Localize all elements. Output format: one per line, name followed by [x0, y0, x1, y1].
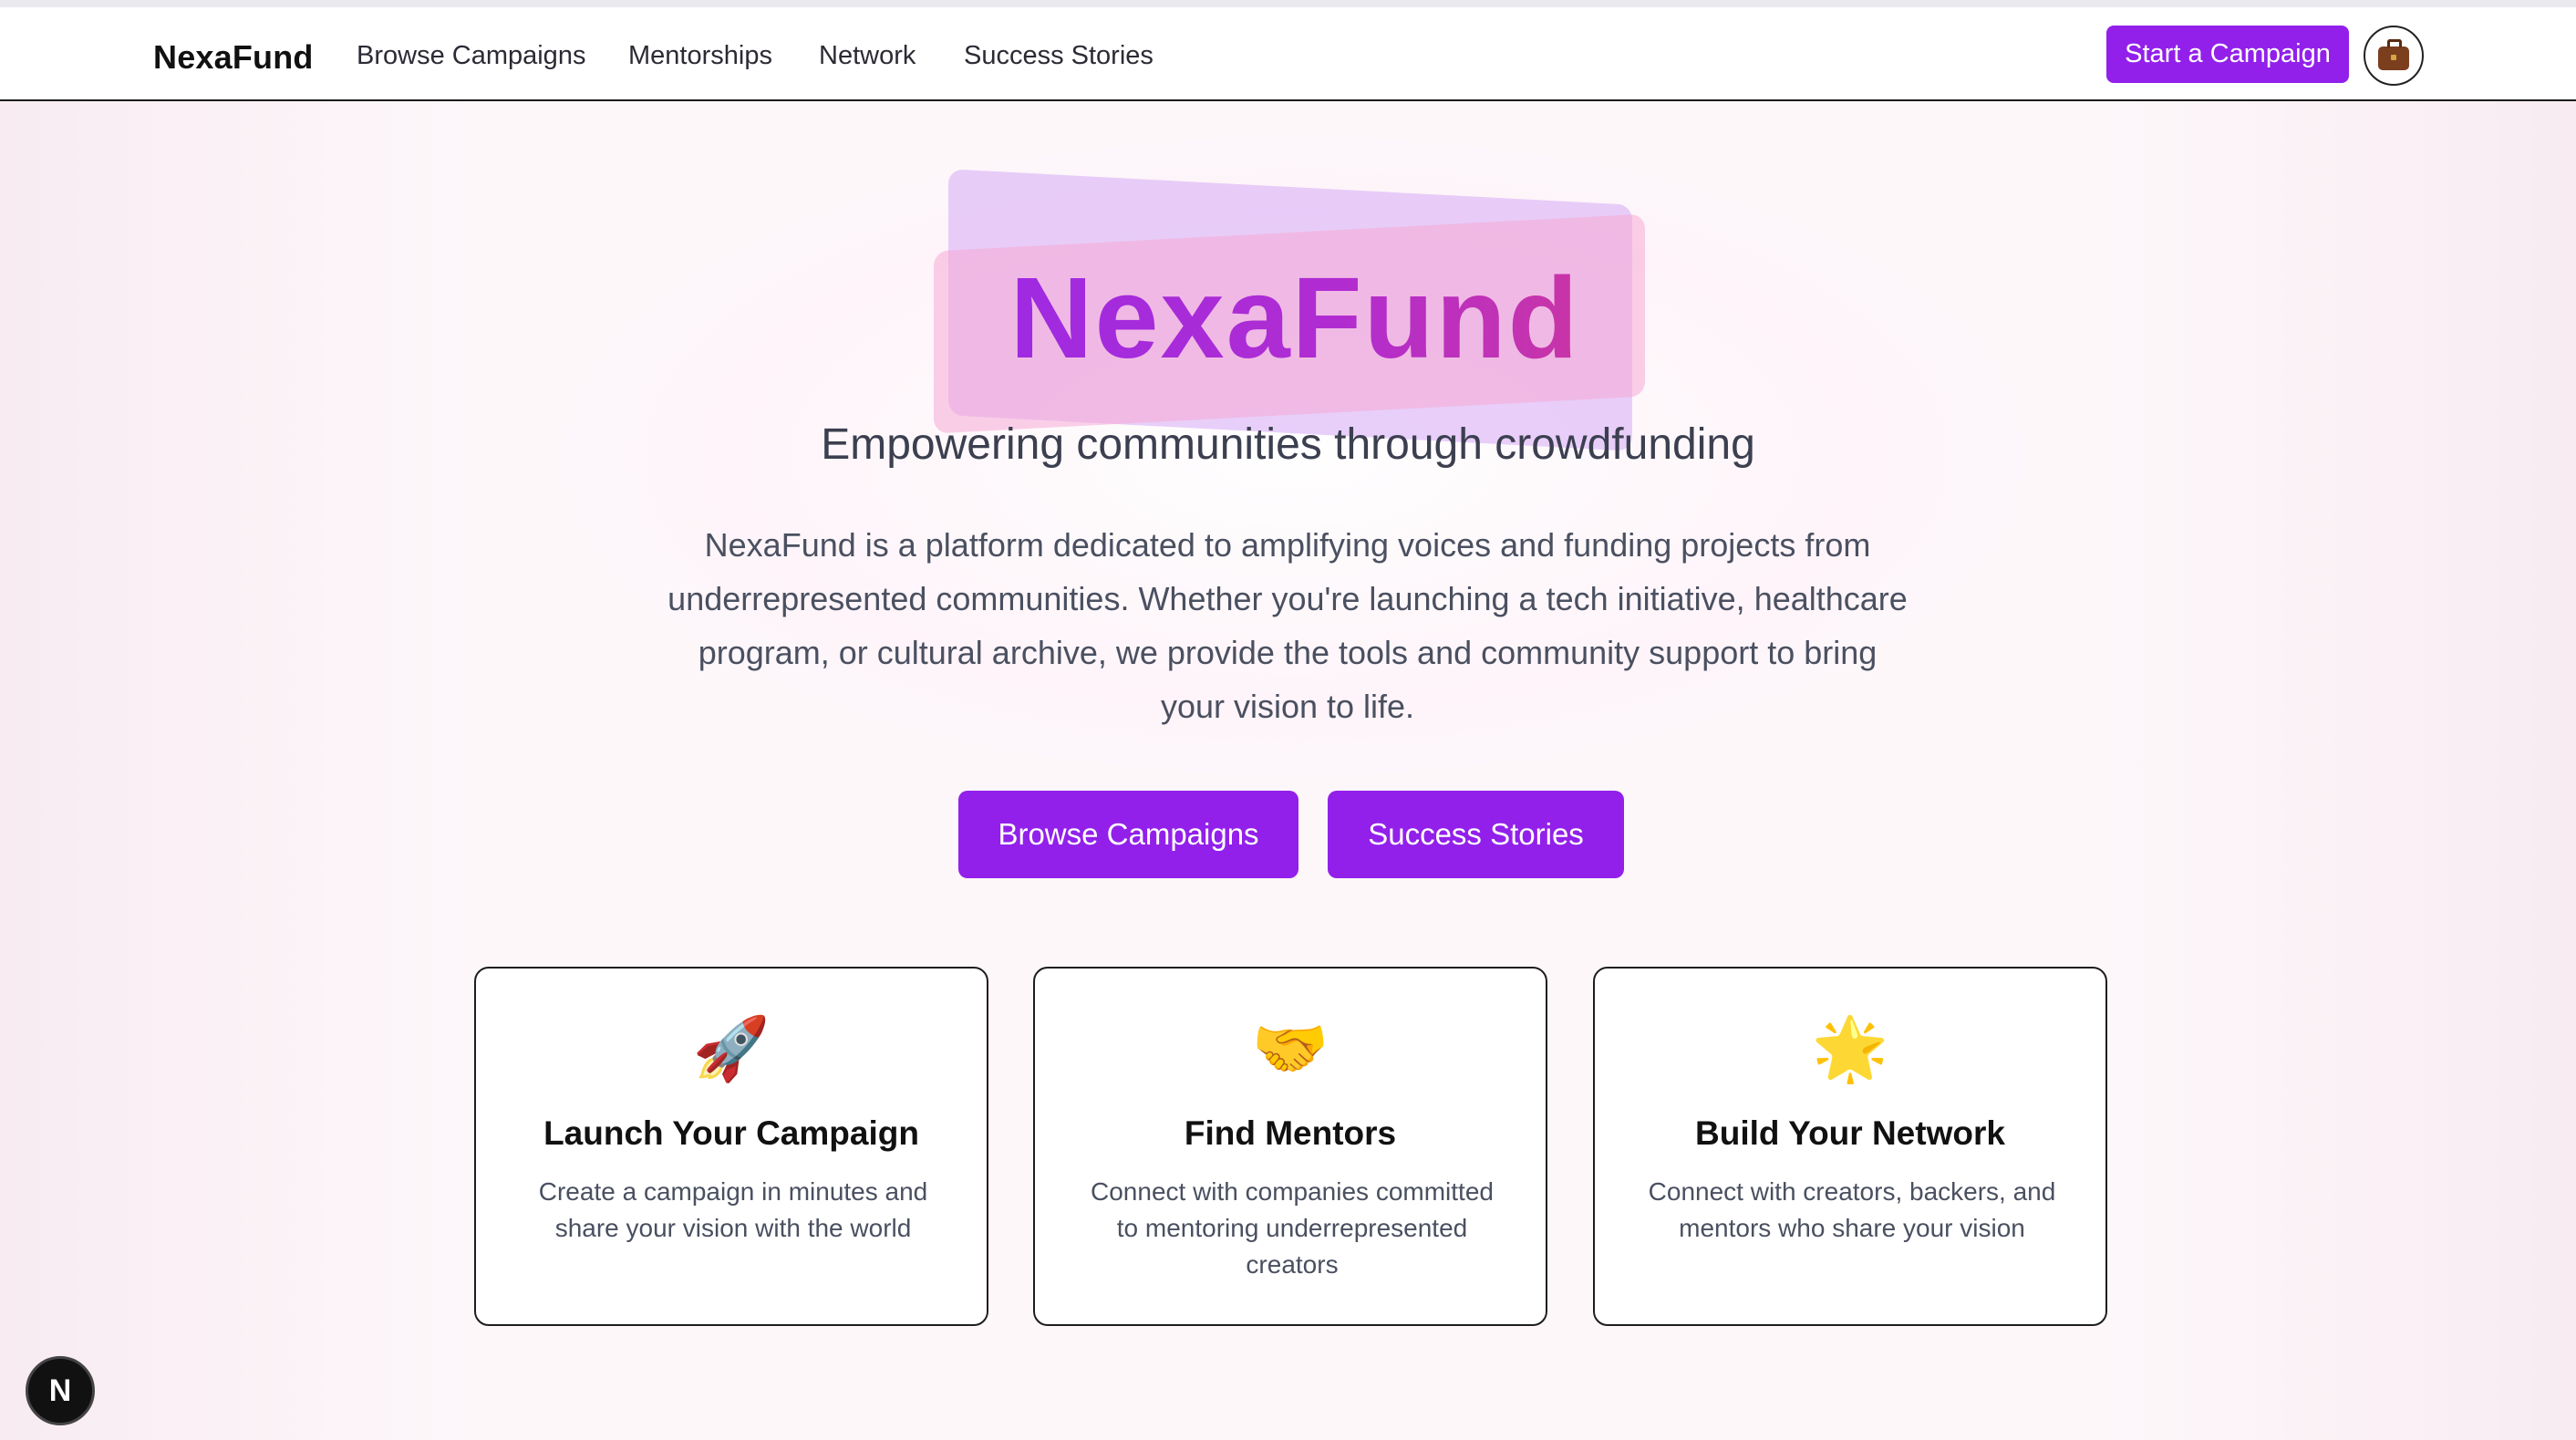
top-navbar: NexaFund Browse Campaigns Mentorships Ne… [0, 7, 2576, 101]
background-shade-right [2102, 101, 2576, 1440]
rocket-icon: 🚀 [692, 1014, 771, 1083]
briefcase-icon [2378, 39, 2409, 70]
start-campaign-button[interactable]: Start a Campaign [2106, 26, 2349, 83]
hero-subtitle: Empowering communities through crowdfund… [821, 420, 1755, 469]
feature-title: Launch Your Campaign [543, 1114, 919, 1152]
browse-campaigns-button[interactable]: Browse Campaigns [958, 791, 1298, 878]
hero-description: NexaFund is a platform dedicated to ampl… [667, 526, 1908, 725]
hero-title: NexaFund [921, 254, 1669, 382]
nav-link-success-stories[interactable]: Success Stories [964, 41, 1154, 71]
feature-card-network[interactable]: 🌟 Build Your Network Connect with creato… [1593, 967, 2107, 1326]
feature-description: Create a campaign in minutes and share y… [538, 1177, 928, 1242]
feature-title: Build Your Network [1695, 1114, 2005, 1152]
success-stories-button[interactable]: Success Stories [1328, 791, 1624, 878]
feature-description: Connect with creators, backers, and ment… [1648, 1177, 2056, 1242]
background-shade-left [0, 101, 474, 1440]
star-icon: 🌟 [1811, 1014, 1889, 1083]
feature-description: Connect with companies committed to ment… [1091, 1177, 1494, 1279]
nav-link-browse-campaigns[interactable]: Browse Campaigns [357, 41, 585, 71]
brand-logo[interactable]: NexaFund [153, 38, 314, 77]
nav-link-network[interactable]: Network [819, 41, 916, 71]
handshake-icon: 🤝 [1251, 1014, 1329, 1083]
browser-top-edge [0, 0, 2576, 7]
feature-title: Find Mentors [1184, 1114, 1397, 1152]
dev-tools-badge[interactable]: N [26, 1356, 95, 1425]
profile-button[interactable] [2364, 26, 2424, 86]
feature-card-launch[interactable]: 🚀 Launch Your Campaign Create a campaign… [474, 967, 988, 1326]
feature-card-mentors[interactable]: 🤝 Find Mentors Connect with companies co… [1033, 967, 1547, 1326]
nav-link-mentorships[interactable]: Mentorships [628, 41, 772, 71]
